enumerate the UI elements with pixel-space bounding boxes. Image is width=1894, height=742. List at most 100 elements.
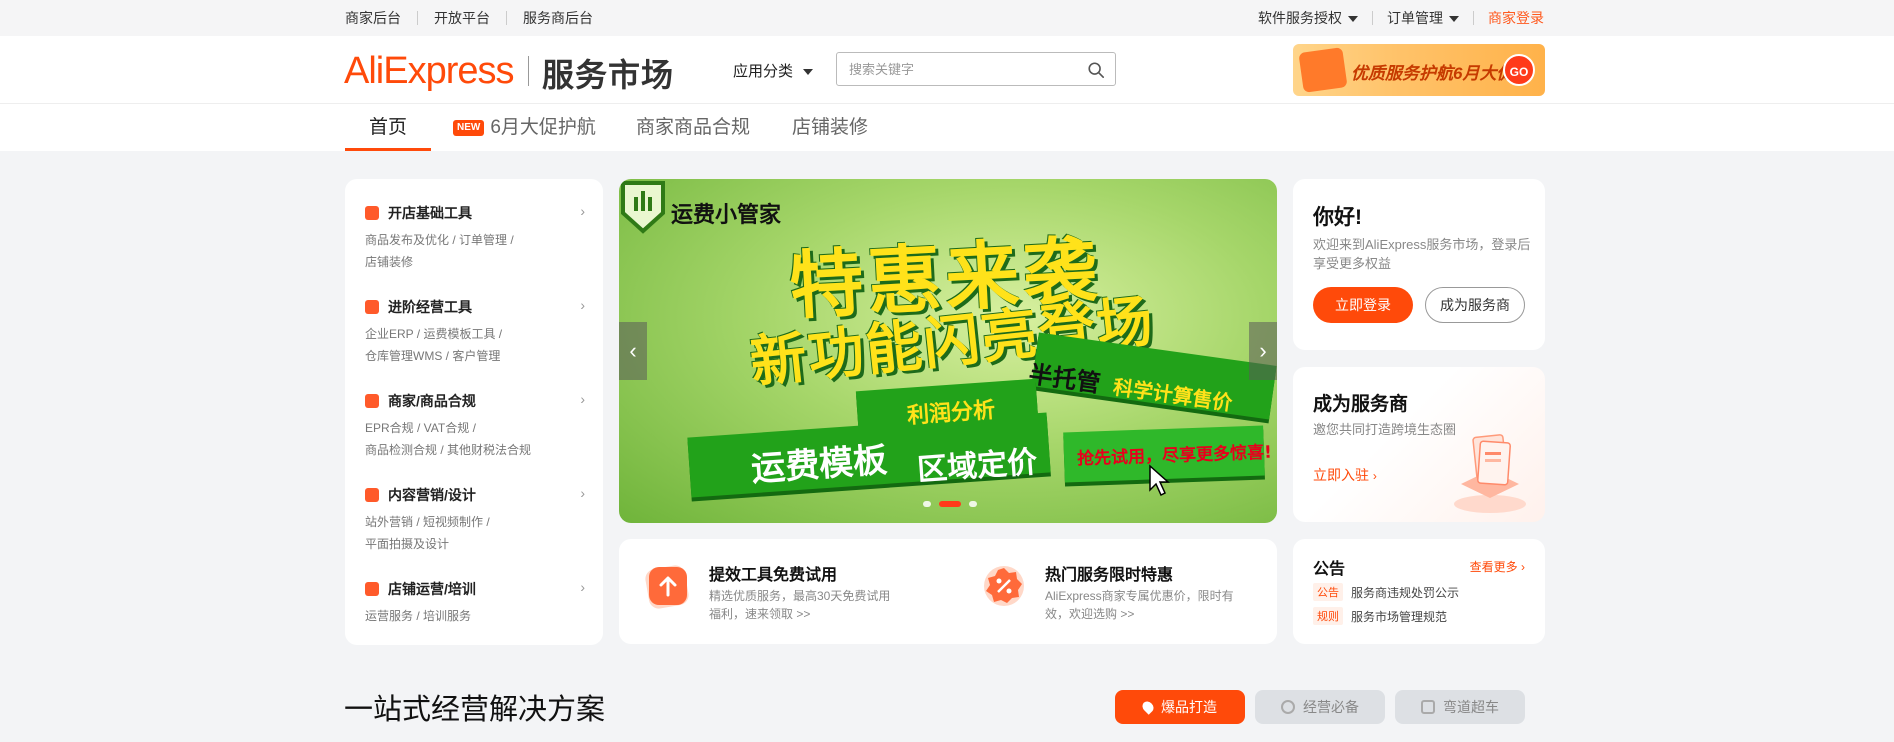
- carousel-brand: 运费小管家: [671, 202, 782, 227]
- become-provider-button[interactable]: 成为服务商: [1425, 287, 1525, 323]
- shield-chart-icon: [621, 181, 665, 234]
- category-dropdown-label: 应用分类: [733, 63, 794, 80]
- order-mgmt-label: 订单管理: [1387, 10, 1443, 26]
- category-compliance[interactable]: 商家/商品合规 › EPR合规 / VAT合规 / 商品检测合规 / 其他财税法合规: [365, 391, 585, 461]
- chevron-right-icon: ›: [1521, 560, 1525, 574]
- category-title: 内容营销/设计: [388, 487, 476, 503]
- main-nav: 首页 NEW 6月大促护航 商家商品合规 店铺装修: [0, 104, 1894, 151]
- promo-banner[interactable]: 优质服务护航6月大促 GO: [1293, 44, 1545, 96]
- announcement-text: 服务商违规处罚公示: [1351, 585, 1460, 600]
- hero-carousel[interactable]: 运费小管家 特惠来袭 新功能闪亮登场 半托管 科学计算售价 利润分析 运费模板 …: [619, 179, 1277, 523]
- tab-store-decor-label: 店铺装修: [792, 117, 869, 138]
- carousel-next-button[interactable]: ›: [1249, 322, 1277, 380]
- category-advanced-tools[interactable]: 进阶经营工具 › 企业ERP / 运费模板工具 / 仓库管理WMS / 客户管理: [365, 297, 585, 367]
- mouse-pointer-icon: [1149, 464, 1170, 497]
- tag-freight-template: 运费模板: [750, 440, 889, 490]
- chevron-right-icon: ›: [580, 203, 585, 219]
- chevron-right-icon: ›: [580, 297, 585, 313]
- software-auth-dropdown[interactable]: 软件服务授权: [1258, 8, 1358, 28]
- category-title: 店铺运营/培训: [388, 581, 476, 597]
- category-basic-tools[interactable]: 开店基础工具 › 商品发布及优化 / 订单管理 / 店铺装修: [365, 203, 585, 273]
- category-sublinks[interactable]: 商品发布及优化 / 订单管理 / 店铺装修: [365, 229, 585, 273]
- category-sub-line: 店铺装修: [365, 255, 414, 269]
- category-dropdown[interactable]: 应用分类: [733, 60, 814, 81]
- category-sublinks[interactable]: 企业ERP / 运费模板工具 / 仓库管理WMS / 客户管理: [365, 323, 585, 367]
- carousel-dot[interactable]: [923, 501, 931, 507]
- category-sublinks[interactable]: 运营服务 / 培训服务: [365, 605, 585, 627]
- pill-label: 爆品打造: [1161, 699, 1217, 715]
- tab-store-decor[interactable]: 店铺装修: [792, 104, 868, 151]
- category-sublinks[interactable]: 站外营销 / 短视频制作 / 平面拍摄及设计: [365, 511, 585, 555]
- chevron-right-icon: ›: [580, 485, 585, 501]
- tab-home-label: 首页: [369, 117, 408, 138]
- tab-compliance[interactable]: 商家商品合规: [636, 104, 750, 151]
- category-sub-line: 运营服务 / 培训服务: [365, 609, 472, 623]
- top-left-links: 商家后台 开放平台 服务商后台: [345, 0, 593, 36]
- document-stack-illustration: [1454, 434, 1526, 513]
- gift-box-icon: [1298, 47, 1348, 93]
- announcement-title: 公告: [1313, 561, 1346, 578]
- announcement-item[interactable]: 规则 服务市场管理规范: [1313, 607, 1447, 625]
- promo-text: 优质服务护航6月大促: [1351, 64, 1514, 83]
- chevron-right-icon: ›: [580, 391, 585, 407]
- divider: [417, 11, 418, 25]
- top-utility-bar: 商家后台 开放平台 服务商后台 软件服务授权 订单管理 商家登录: [0, 0, 1894, 36]
- category-operations[interactable]: 店铺运营/培训 › 运营服务 / 培训服务: [365, 579, 585, 627]
- merchant-backend-link[interactable]: 商家后台: [345, 8, 401, 28]
- announcement-text: 服务市场管理规范: [1351, 609, 1448, 624]
- category-sub-line: EPR合规 / VAT合规 /: [365, 421, 476, 435]
- caret-down-icon: [1449, 16, 1459, 23]
- tab-compliance-label: 商家商品合规: [636, 117, 751, 138]
- open-platform-link[interactable]: 开放平台: [434, 8, 490, 28]
- tab-june-promo[interactable]: NEW 6月大促护航: [453, 104, 596, 151]
- provider-backend-link[interactable]: 服务商后台: [523, 8, 593, 28]
- tag-icon: [1421, 700, 1435, 714]
- pill-essentials[interactable]: 经营必备: [1255, 690, 1385, 724]
- category-sub-line: 商品发布及优化 / 订单管理 /: [365, 233, 514, 247]
- search-input[interactable]: [849, 53, 1079, 85]
- promo-go-button[interactable]: GO: [1503, 54, 1535, 86]
- discount-badge-icon: [984, 566, 1024, 606]
- category-marketing[interactable]: 内容营销/设计 › 站外营销 / 短视频制作 / 平面拍摄及设计: [365, 485, 585, 555]
- pill-overtake[interactable]: 弯道超车: [1395, 690, 1525, 724]
- shop-icon: [365, 206, 379, 220]
- category-sub-line: 平面拍摄及设计: [365, 537, 450, 551]
- carousel-dot[interactable]: [969, 501, 977, 507]
- pill-hot-products[interactable]: 爆品打造: [1115, 690, 1245, 724]
- category-header: 店铺运营/培训 ›: [365, 579, 585, 599]
- carousel-prev-button[interactable]: ‹: [619, 322, 647, 380]
- category-header: 内容营销/设计 ›: [365, 485, 585, 505]
- announcement-item[interactable]: 公告 服务商违规处罚公示: [1313, 583, 1459, 601]
- carousel-dot-active[interactable]: [939, 501, 961, 507]
- join-now-link[interactable]: 立即入驻 ›: [1313, 465, 1377, 485]
- search-icon[interactable]: [1087, 61, 1105, 79]
- merchant-login-link[interactable]: 商家登录: [1488, 8, 1544, 28]
- join-now-label: 立即入驻: [1313, 467, 1369, 483]
- view-more-link[interactable]: 查看更多 ›: [1470, 558, 1525, 575]
- chevron-right-icon: ›: [1372, 469, 1377, 483]
- brush-icon: [365, 488, 379, 502]
- features-card: 提效工具免费试用 精选优质服务，最高30天免费试用福利，速来领取 >> 热门服务…: [619, 539, 1277, 644]
- carousel-indicators: [919, 501, 981, 507]
- announcement-tag: 公告: [1313, 583, 1343, 601]
- category-header: 进阶经营工具 ›: [365, 297, 585, 317]
- trend-icon: [365, 582, 379, 596]
- tab-home[interactable]: 首页: [344, 104, 432, 151]
- category-title: 进阶经营工具: [388, 299, 472, 315]
- feature-desc: AliExpress商家专属优惠价，限时有效，欢迎选购 >>: [1045, 589, 1234, 621]
- feature-desc: 精选优质服务，最高30天免费试用福利，速来领取 >>: [709, 589, 891, 621]
- category-header: 开店基础工具 ›: [365, 203, 585, 223]
- order-mgmt-dropdown[interactable]: 订单管理: [1387, 8, 1459, 28]
- pill-label: 经营必备: [1303, 699, 1359, 715]
- aliexpress-logo[interactable]: AliExpress: [344, 50, 514, 93]
- category-sublinks[interactable]: EPR合规 / VAT合规 / 商品检测合规 / 其他财税法合规: [365, 417, 585, 461]
- upload-arrow-icon: [645, 565, 689, 609]
- service-market-logo[interactable]: 服务市场: [542, 50, 674, 96]
- target-icon: [1281, 700, 1295, 714]
- software-auth-label: 软件服务授权: [1258, 10, 1342, 26]
- new-badge: NEW: [453, 120, 485, 136]
- view-more-label: 查看更多: [1469, 560, 1518, 574]
- login-button[interactable]: 立即登录: [1313, 287, 1413, 323]
- tag-regional-pricing: 区域定价: [916, 444, 1039, 489]
- feature-title: 提效工具免费试用: [709, 567, 838, 584]
